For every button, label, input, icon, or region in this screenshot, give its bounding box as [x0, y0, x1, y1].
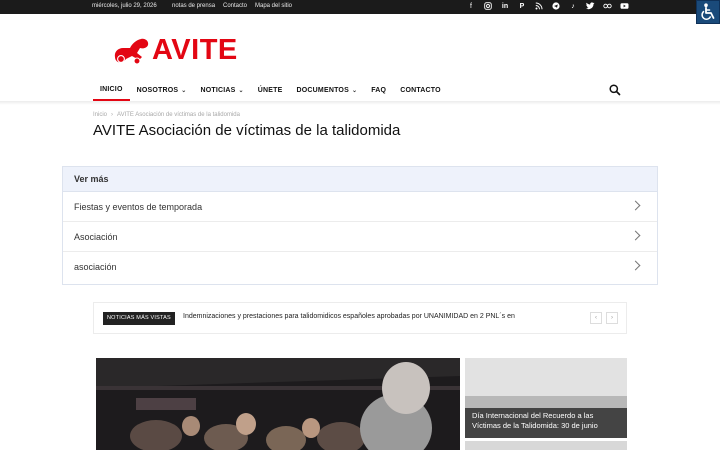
nav-label: INICIO — [100, 86, 123, 93]
ver-mas-item-label: asociación — [74, 262, 117, 272]
nav-label: CONTACTO — [400, 87, 441, 94]
ticker-badge: NOTICIAS MÁS VISTAS — [103, 312, 175, 325]
breadcrumb: Inicio › AVITE Asociación de víctimas de… — [93, 112, 240, 118]
ver-mas-item[interactable]: asociación — [63, 252, 657, 282]
nav-noticias[interactable]: NOTICIAS ⌄ — [194, 80, 251, 101]
chevron-right-icon — [630, 200, 641, 211]
ticker-prev-button[interactable]: ‹ — [590, 312, 602, 324]
telegram-icon[interactable] — [551, 2, 561, 12]
wheelchair-logo-icon — [114, 38, 149, 65]
chevron-down-icon: ⌄ — [238, 88, 244, 94]
tiktok-icon[interactable]: ♪ — [568, 2, 578, 12]
nav-label: ÚNETE — [257, 87, 283, 94]
nav-nosotros[interactable]: NOSOTROS ⌄ — [130, 80, 194, 101]
nav-contacto[interactable]: CONTACTO — [393, 80, 448, 101]
nav-label: NOSOTROS — [136, 87, 179, 94]
pinterest-icon[interactable]: P — [517, 2, 527, 12]
featured-side-image[interactable]: Día Internacional del Recuerdo a las Víc… — [465, 358, 627, 438]
nav-label: NOTICIAS — [200, 87, 236, 94]
ver-mas-item-label: Asociación — [74, 231, 118, 242]
sitemap-link[interactable]: Mapa del sitio — [255, 3, 292, 9]
contact-top-link[interactable]: Contacto — [223, 3, 247, 9]
featured-photo — [96, 358, 460, 450]
nav-label: DOCUMENTOS — [296, 87, 349, 94]
chevron-right-icon — [630, 230, 641, 241]
chevron-down-icon: ⌄ — [351, 88, 358, 94]
youtube-icon[interactable] — [619, 2, 629, 12]
ver-mas-box: Ver más Fiestas y eventos de temporada A… — [62, 166, 658, 285]
nav-documentos[interactable]: DOCUMENTOS ⌄ — [290, 80, 365, 101]
chevron-right-icon — [630, 260, 641, 271]
accessibility-button[interactable] — [696, 0, 720, 24]
nav-faq[interactable]: FAQ — [364, 80, 393, 101]
site-logo[interactable]: AVITE — [112, 34, 252, 69]
social-links: f in P ♪ — [466, 2, 629, 12]
facebook-icon[interactable]: f — [466, 2, 476, 12]
linkedin-icon[interactable]: in — [500, 2, 510, 12]
news-ticker: NOTICIAS MÁS VISTAS Indemnizaciones y pr… — [93, 302, 627, 334]
breadcrumb-current: AVITE Asociación de víctimas de la talid… — [117, 112, 240, 118]
featured-main-image[interactable] — [96, 358, 460, 450]
breadcrumb-home[interactable]: Inicio — [93, 112, 107, 118]
featured-side-image-2[interactable] — [465, 441, 627, 450]
ver-mas-item[interactable]: Fiestas y eventos de temporada — [63, 192, 657, 222]
ver-mas-item-label: Fiestas y eventos de temporada — [74, 201, 203, 212]
ver-mas-item[interactable]: Asociación — [63, 222, 657, 252]
page-title: AVITE Asociación de víctimas de la talid… — [93, 122, 401, 139]
ticker-headline[interactable]: Indemnizaciones y prestaciones para tali… — [183, 313, 515, 320]
ticker-next-button[interactable]: › — [606, 312, 618, 324]
top-bar: miércoles, julio 29, 2026 notas de prens… — [0, 0, 720, 14]
nav-label: FAQ — [371, 87, 387, 94]
press-notes-link[interactable]: notas de prensa — [172, 3, 215, 9]
instagram-icon[interactable] — [483, 2, 493, 12]
ver-mas-header: Ver más — [63, 167, 657, 192]
main-nav: INICIO NOSOTROS ⌄ NOTICIAS ⌄ ÚNETE DOCUMEN… — [93, 80, 448, 101]
featured-side-caption: Día Internacional del Recuerdo a las Víc… — [472, 411, 598, 430]
search-icon — [609, 84, 621, 96]
nav-inicio[interactable]: INICIO — [93, 80, 130, 101]
rss-icon[interactable] — [534, 2, 544, 12]
current-date: miércoles, julio 29, 2026 — [92, 3, 157, 9]
nav-unete[interactable]: ÚNETE — [251, 80, 290, 101]
breadcrumb-separator: › — [111, 112, 114, 118]
flickr-icon[interactable] — [602, 2, 612, 12]
chevron-down-icon: ⌄ — [181, 88, 187, 94]
wheelchair-icon — [701, 3, 715, 20]
twitter-icon[interactable] — [585, 2, 595, 12]
logo-wordmark: AVITE — [152, 34, 238, 66]
nav-divider — [0, 101, 720, 105]
search-button[interactable] — [608, 83, 622, 97]
